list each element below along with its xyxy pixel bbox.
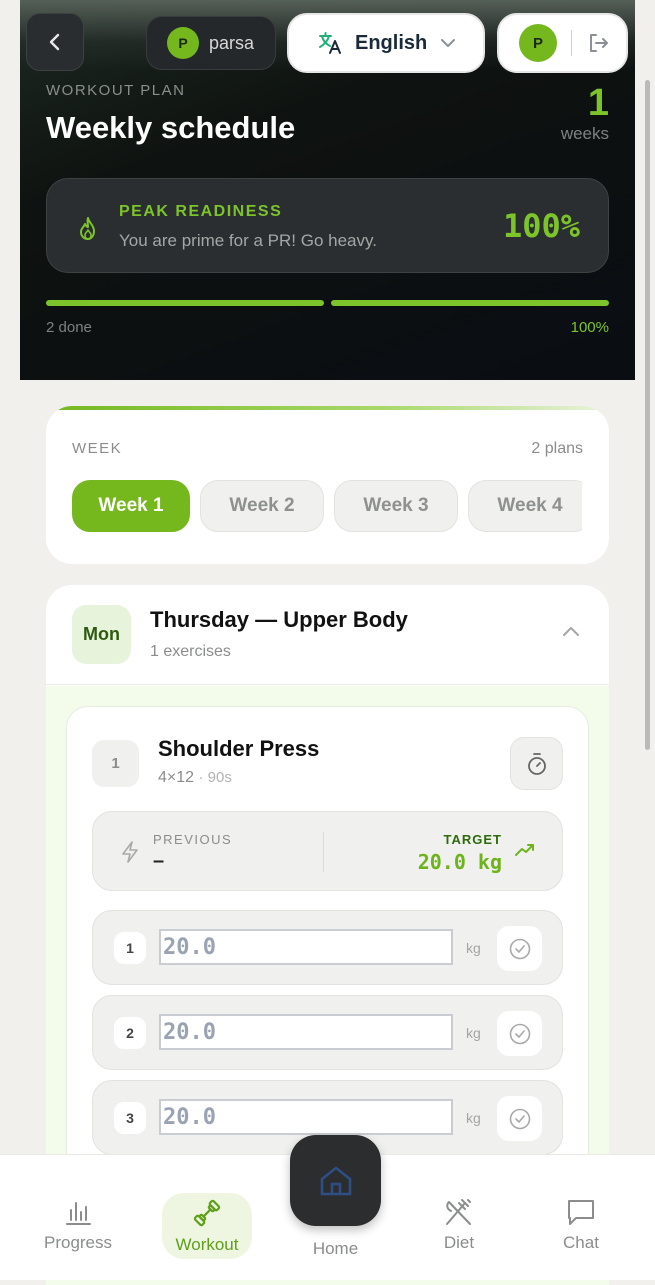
previous-target-panel: PREVIOUS – TARGET 20.0 kg — [92, 811, 563, 891]
divider — [323, 832, 324, 872]
progress-segment — [46, 300, 324, 306]
lightning-icon — [122, 841, 138, 863]
nav-workout[interactable]: Workout — [162, 1193, 252, 1259]
rest-timer-button[interactable] — [510, 737, 563, 790]
exercise-rest: · 90s — [198, 769, 232, 786]
nav-label: Chat — [563, 1233, 599, 1252]
exercise-name: Shoulder Press — [158, 736, 320, 761]
chevron-up-icon[interactable] — [561, 625, 581, 637]
tab-week-1[interactable]: Week 1 — [72, 480, 190, 532]
trending-up-icon — [515, 844, 534, 856]
tab-week-4[interactable]: Week 4 — [468, 480, 582, 532]
chevron-left-icon — [49, 33, 60, 51]
weeks-label: weeks — [560, 124, 609, 143]
progress-segment — [331, 300, 609, 306]
check-circle-icon — [509, 938, 530, 959]
plans-count: 2 plans — [531, 440, 583, 457]
done-count: 2 done — [46, 319, 92, 336]
nav-home-label: Home — [312, 1239, 359, 1258]
dumbbell-icon — [193, 1199, 221, 1227]
readiness-message: You are prime for a PR! Go heavy. — [119, 231, 377, 250]
tab-week-2[interactable]: Week 2 — [200, 480, 324, 532]
complete-set-button[interactable] — [497, 926, 542, 971]
page-title: Weekly schedule — [46, 110, 296, 145]
set-row: 1 20.0 kg — [92, 910, 563, 985]
weight-input[interactable]: 20.0 — [159, 1014, 453, 1050]
day-subtitle: 1 exercises — [150, 643, 231, 660]
account-chip[interactable]: P — [497, 13, 628, 73]
bar-chart-icon — [66, 1202, 91, 1225]
utensils-icon — [446, 1199, 471, 1225]
set-number: 2 — [114, 1017, 146, 1049]
weight-input[interactable]: 20.0 — [159, 929, 453, 965]
nav-chat[interactable]: Chat — [536, 1197, 626, 1253]
previous-label: PREVIOUS — [153, 832, 233, 847]
divider — [571, 30, 572, 56]
day-badge: Mon — [72, 605, 131, 664]
language-label: English — [355, 31, 428, 54]
unit-label: kg — [466, 940, 481, 956]
target-value: 20.0 kg — [417, 850, 502, 874]
target-label: TARGET — [443, 832, 502, 847]
check-circle-icon — [509, 1023, 530, 1044]
week-selector-card: WEEK 2 plans Week 1 Week 2 Week 3 Week 4 — [46, 406, 609, 564]
weight-input[interactable]: 20.0 — [159, 1099, 453, 1135]
nav-label: Workout — [175, 1235, 239, 1254]
set-row: 2 20.0 kg — [92, 995, 563, 1070]
readiness-title: PEAK READINESS — [119, 203, 283, 220]
readiness-percent: 100% — [502, 207, 580, 245]
set-number: 1 — [114, 932, 146, 964]
complete-set-button[interactable] — [497, 1096, 542, 1141]
readiness-card: PEAK READINESS You are prime for a PR! G… — [46, 178, 609, 273]
nav-diet[interactable]: Diet — [414, 1197, 504, 1253]
day-title: Thursday — Upper Body — [150, 607, 408, 632]
account-avatar: P — [519, 24, 557, 62]
user-chip[interactable]: P parsa — [146, 16, 276, 70]
set-number: 3 — [114, 1102, 146, 1134]
nav-label: Diet — [443, 1233, 475, 1252]
user-name: parsa — [209, 32, 255, 53]
language-selector[interactable]: English — [287, 13, 485, 73]
unit-label: kg — [466, 1110, 481, 1126]
logout-icon[interactable] — [586, 31, 610, 55]
page-subtitle: WORKOUT PLAN — [46, 82, 186, 99]
stopwatch-icon — [527, 752, 546, 775]
tab-week-3[interactable]: Week 3 — [334, 480, 458, 532]
previous-value: – — [153, 850, 165, 872]
weeks-count: 1 — [587, 82, 609, 124]
exercise-scheme: 4×12 — [158, 769, 195, 786]
day-header[interactable]: Mon Thursday — Upper Body 1 exercises — [46, 585, 609, 685]
scrollbar[interactable] — [645, 80, 650, 750]
home-icon — [320, 1166, 351, 1195]
unit-label: kg — [466, 1025, 481, 1041]
chat-icon — [568, 1200, 594, 1225]
exercise-meta: 4×12 · 90s — [158, 769, 232, 787]
flame-icon — [80, 217, 95, 240]
chevron-down-icon — [441, 39, 456, 47]
avatar: P — [167, 27, 199, 59]
nav-label: Progress — [43, 1233, 113, 1252]
check-circle-icon — [509, 1108, 530, 1129]
back-button[interactable] — [26, 13, 84, 71]
progress-percent: 100% — [570, 319, 609, 336]
translate-icon — [319, 32, 341, 54]
week-chips: Week 1 Week 2 Week 3 Week 4 — [72, 480, 582, 532]
nav-progress[interactable]: Progress — [33, 1197, 123, 1253]
complete-set-button[interactable] — [497, 1011, 542, 1056]
home-button[interactable] — [290, 1135, 381, 1226]
week-label: WEEK — [72, 440, 123, 457]
exercise-number: 1 — [92, 740, 139, 787]
